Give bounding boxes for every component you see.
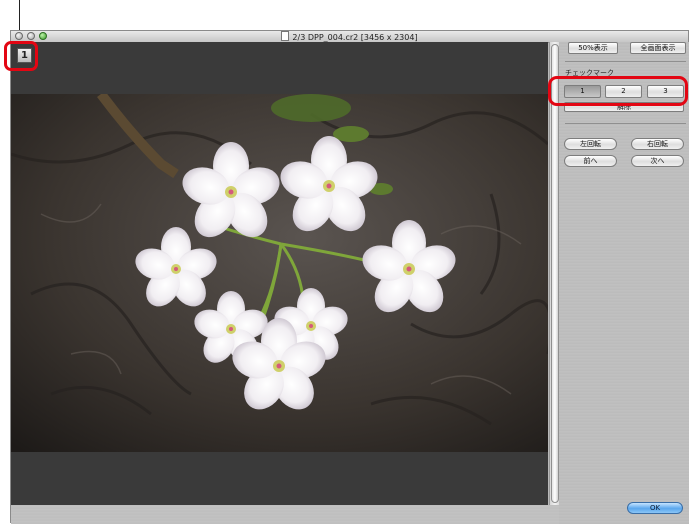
panel-divider (565, 61, 686, 62)
check-mark-buttons-highlight (548, 76, 688, 106)
check-mark-indicator-highlight (4, 41, 38, 71)
rotate-left-button[interactable]: 左回転 (564, 138, 617, 150)
document-icon (281, 31, 290, 41)
ok-button[interactable]: OK (627, 502, 683, 514)
panel-divider (565, 123, 686, 124)
window-title-text: 2/3 DPP_004.cr2 [3456 x 2304] (292, 33, 418, 42)
right-control-panel: 50%表示 全画面表示 チェックマーク 1 2 3 解除 左回転 右回転 前へ … (559, 42, 689, 524)
photo-preview[interactable] (11, 94, 548, 452)
scrollbar-thumb[interactable] (551, 44, 559, 503)
rotate-right-button[interactable]: 右回転 (631, 138, 684, 150)
window-bottom-bar (11, 505, 559, 524)
previous-button[interactable]: 前へ (564, 155, 617, 167)
image-viewer[interactable]: 1 (11, 42, 548, 505)
fullscreen-button[interactable]: 全画面表示 (630, 42, 686, 54)
cherry-blossom-image (11, 94, 548, 452)
zoom-50-button[interactable]: 50%表示 (568, 42, 618, 54)
window-title: 2/3 DPP_004.cr2 [3456 x 2304] (11, 31, 688, 42)
next-button[interactable]: 次へ (631, 155, 684, 167)
